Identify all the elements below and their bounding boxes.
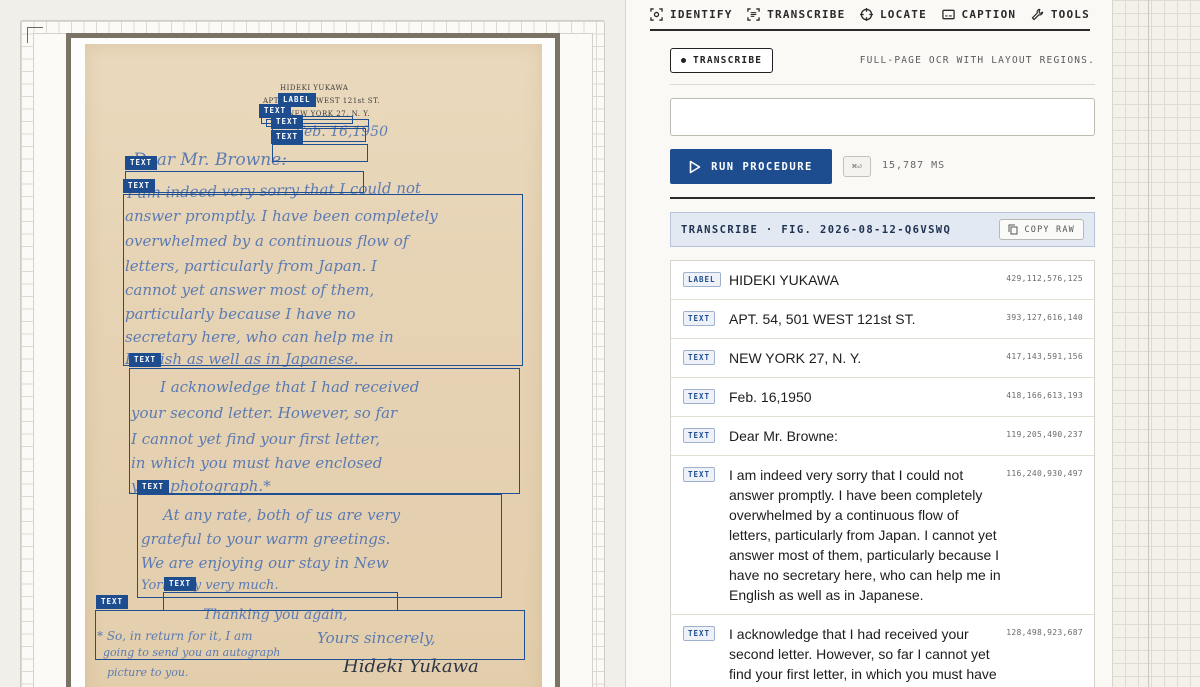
row-text: Feb. 16,1950 <box>729 389 812 405</box>
locate-icon <box>859 8 873 21</box>
row-text: Dear Mr. Browne: <box>729 428 838 444</box>
control-panel: IDENTIFY TRANSCRIBE LOCATE CAPTION TOOLS… <box>625 0 1113 687</box>
region-tag: TEXT <box>137 480 170 494</box>
bullet-icon <box>681 58 686 63</box>
row-text: NEW YORK 27, N. Y. <box>729 350 862 366</box>
layout-region[interactable] <box>163 592 398 611</box>
row-tag: TEXT <box>683 428 716 443</box>
result-header: TRANSCRIBE · FIG. 2026-08-12-Q6VSWQ COPY… <box>670 212 1095 247</box>
layout-region[interactable] <box>125 171 364 193</box>
tab-locate[interactable]: LOCATE <box>859 8 927 21</box>
row-text: I acknowledge that I had received your s… <box>729 626 997 687</box>
layout-region[interactable] <box>95 610 525 660</box>
result-row[interactable]: TEXT NEW YORK 27, N. Y. 417,143,591,156 <box>671 339 1094 378</box>
result-title: TRANSCRIBE · FIG. 2026-08-12-Q6VSWQ <box>681 223 952 236</box>
divider <box>670 84 1095 85</box>
row-text: HIDEKI YUKAWA <box>729 272 839 288</box>
row-tag: TEXT <box>683 311 716 326</box>
row-tag: TEXT <box>683 467 716 482</box>
tab-identify[interactable]: IDENTIFY <box>650 8 733 21</box>
region-tag: TEXT <box>123 179 156 193</box>
row-coords: 119,205,490,237 <box>1006 430 1083 439</box>
caption-icon <box>941 9 955 20</box>
keyboard-shortcut: ⌘⏎ <box>843 156 871 177</box>
tab-label: CAPTION <box>961 8 1017 21</box>
row-tag: TEXT <box>683 626 716 641</box>
copy-raw-label: COPY RAW <box>1024 224 1075 235</box>
result-row[interactable]: TEXT Feb. 16,1950 418,166,613,193 <box>671 378 1094 417</box>
tab-caption[interactable]: CAPTION <box>941 8 1017 21</box>
region-tag: TEXT <box>271 130 304 144</box>
identify-icon <box>650 8 663 21</box>
mode-chip-label: TRANSCRIBE <box>693 55 763 66</box>
handwriting-line: picture to you. <box>107 666 189 679</box>
copy-raw-button[interactable]: COPY RAW <box>999 219 1084 240</box>
row-text: I am indeed very sorry that I could not … <box>729 467 1001 603</box>
region-tag: TEXT <box>96 595 129 609</box>
row-coords: 393,127,616,140 <box>1006 313 1083 322</box>
row-tag: TEXT <box>683 350 716 365</box>
mode-chip[interactable]: TRANSCRIBE <box>670 48 774 73</box>
mode-row: TRANSCRIBE FULL-PAGE OCR WITH LAYOUT REG… <box>670 48 1095 73</box>
run-procedure-button[interactable]: RUN PROCEDURE <box>670 149 832 184</box>
run-button-label: RUN PROCEDURE <box>711 160 813 173</box>
region-tag: TEXT <box>125 156 158 170</box>
run-timing: 15,787 MS <box>882 160 946 171</box>
divider <box>670 197 1095 199</box>
row-coords: 128,498,923,687 <box>1006 628 1083 637</box>
result-row[interactable]: TEXT APT. 54, 501 WEST 121st ST. 393,127… <box>671 300 1094 339</box>
row-coords: 116,240,930,497 <box>1006 469 1083 478</box>
tab-label: TOOLS <box>1050 8 1090 21</box>
letterhead-name: HIDEKI YUKAWA <box>280 84 349 92</box>
play-icon <box>689 160 701 173</box>
grid-strip <box>1112 0 1200 687</box>
region-tag: TEXT <box>271 115 304 129</box>
result-row[interactable]: LABEL HIDEKI YUKAWA 429,112,576,125 <box>671 261 1094 300</box>
tab-label: IDENTIFY <box>670 8 733 21</box>
result-row[interactable]: TEXT Dear Mr. Browne: 119,205,490,237 <box>671 417 1094 456</box>
row-coords: 418,166,613,193 <box>1006 391 1083 400</box>
result-row[interactable]: TEXT I acknowledge that I had received y… <box>671 615 1094 687</box>
row-coords: 417,143,591,156 <box>1006 352 1083 361</box>
tab-label: TRANSCRIBE <box>767 8 846 21</box>
region-tag: TEXT <box>164 577 197 591</box>
transcribe-icon <box>747 8 760 21</box>
layout-region[interactable] <box>123 194 523 366</box>
region-tag: TEXT <box>129 353 162 367</box>
copy-icon <box>1008 224 1018 235</box>
prompt-input[interactable] <box>670 98 1095 136</box>
wrench-icon <box>1031 8 1044 21</box>
tab-transcribe[interactable]: TRANSCRIBE <box>747 8 845 21</box>
tab-tools[interactable]: TOOLS <box>1031 8 1090 21</box>
row-coords: 429,112,576,125 <box>1006 274 1083 283</box>
row-tag: TEXT <box>683 389 716 404</box>
tab-label: LOCATE <box>879 8 927 21</box>
row-text: APT. 54, 501 WEST 121st ST. <box>729 311 916 327</box>
layout-region[interactable] <box>129 368 520 494</box>
layout-region[interactable] <box>272 144 368 162</box>
results-list: LABEL HIDEKI YUKAWA 429,112,576,125 TEXT… <box>670 260 1095 687</box>
result-row[interactable]: TEXT I am indeed very sorry that I could… <box>671 456 1094 615</box>
tab-bar: IDENTIFY TRANSCRIBE LOCATE CAPTION TOOLS <box>650 0 1090 31</box>
row-tag: LABEL <box>683 272 721 287</box>
mode-description: FULL-PAGE OCR WITH LAYOUT REGIONS. <box>859 55 1095 66</box>
